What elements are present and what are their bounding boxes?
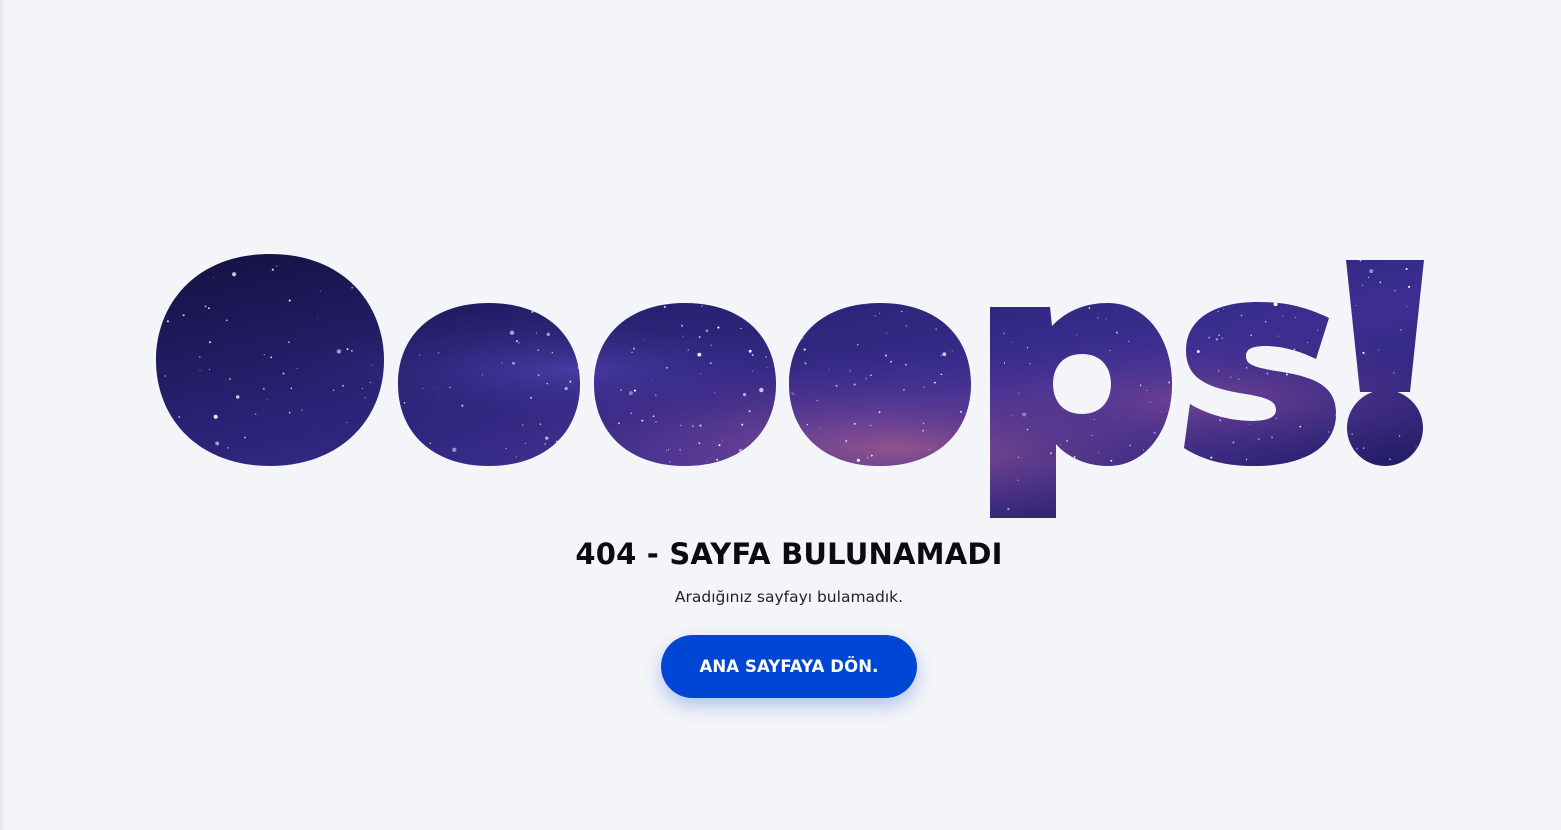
back-to-home-button[interactable]: ANA SAYFAYA DÖN. — [661, 635, 917, 698]
error-title: 404 - SAYFA BULUNAMADI — [575, 537, 1003, 571]
hero-oooops-graphic — [156, 254, 1424, 518]
error-message: Aradığınız sayfayı bulamadık. — [674, 588, 904, 606]
galaxy-text-fill — [156, 254, 1424, 518]
error-page: 404 - SAYFA BULUNAMADI Aradığınız sayfay… — [0, 0, 1561, 830]
